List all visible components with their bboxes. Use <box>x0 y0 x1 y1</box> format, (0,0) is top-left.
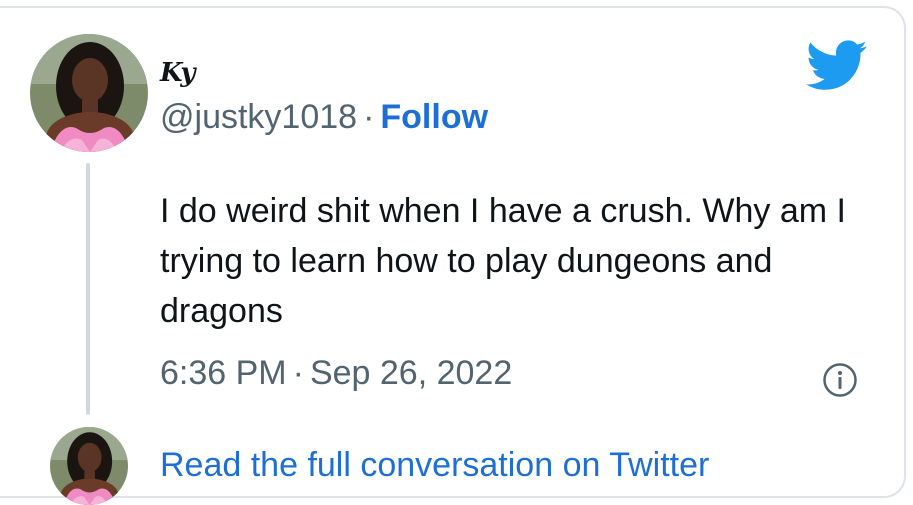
author-display-name[interactable]: Ky <box>160 58 196 88</box>
tweet-text: I do weird shit when I have a crush. Why… <box>160 192 846 330</box>
info-circle-icon[interactable] <box>822 362 858 398</box>
separator-dot: · <box>363 98 375 136</box>
author-handle[interactable]: @justky1018 <box>160 98 357 136</box>
tweet-time: 6:36 PM <box>160 354 287 392</box>
author-handle-row: @justky1018 · Follow <box>160 98 488 137</box>
tweet-date: Sep 26, 2022 <box>309 354 513 392</box>
twitter-bird-icon[interactable] <box>806 40 868 92</box>
separator-dot: · <box>292 354 304 392</box>
reply-avatar[interactable] <box>50 427 128 505</box>
read-full-conversation-link[interactable]: Read the full conversation on Twitter <box>160 446 709 485</box>
author-avatar[interactable] <box>30 34 148 152</box>
follow-button[interactable]: Follow <box>380 98 488 136</box>
thread-line <box>86 163 90 415</box>
tweet-timestamp[interactable]: 6:36 PM · Sep 26, 2022 <box>160 354 512 393</box>
